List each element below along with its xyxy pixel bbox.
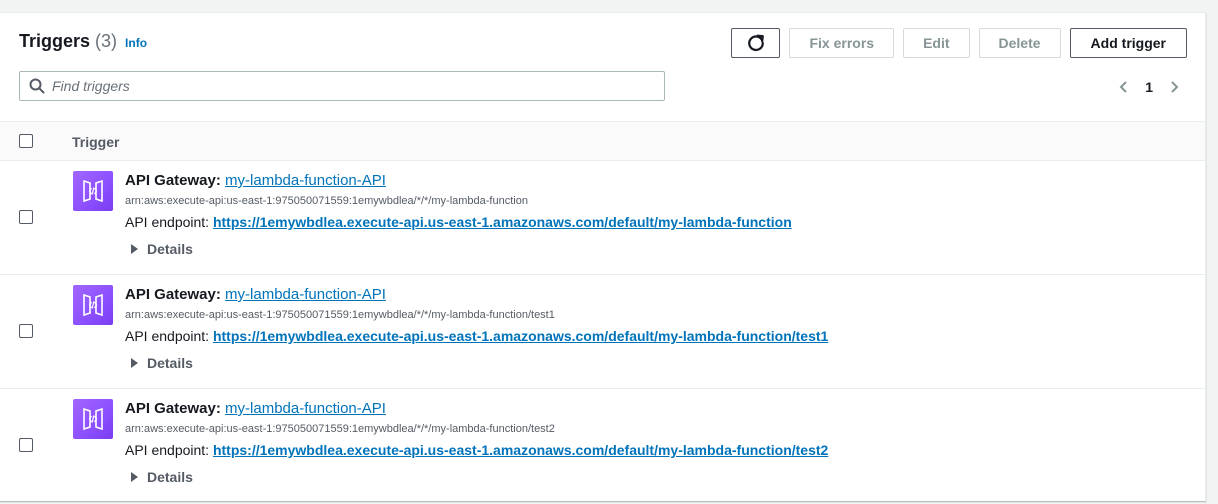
caret-right-icon [131, 472, 138, 482]
edit-button[interactable]: Edit [903, 28, 970, 58]
fix-errors-button[interactable]: Fix errors [789, 28, 895, 58]
service-separator: : [215, 172, 221, 189]
service-name: API Gateway [125, 172, 216, 189]
trigger-title: API Gateway: my-lambda-function-API [125, 400, 386, 417]
api-endpoint: API endpoint: https://1emywbdlea.execute… [125, 328, 828, 344]
api-name-link[interactable]: my-lambda-function-API [225, 172, 386, 189]
api-gateway-icon [73, 399, 113, 439]
api-endpoint: API endpoint: https://1emywbdlea.execute… [125, 442, 828, 458]
chevron-left-icon[interactable] [1117, 80, 1131, 94]
search-box [19, 71, 665, 101]
panel-header: Triggers (3) Info [19, 31, 147, 52]
trigger-arn: arn:aws:execute-api:us-east-1:9750500715… [125, 423, 555, 435]
refresh-icon [748, 34, 764, 52]
row-checkbox[interactable] [19, 324, 33, 338]
api-name-link[interactable]: my-lambda-function-API [225, 286, 386, 303]
current-page[interactable]: 1 [1145, 79, 1153, 95]
table-header: Trigger [0, 121, 1205, 161]
api-endpoint: API endpoint: https://1emywbdlea.execute… [125, 214, 792, 230]
endpoint-link[interactable]: https://1emywbdlea.execute-api.us-east-1… [213, 328, 828, 344]
details-toggle[interactable]: Details [131, 355, 193, 371]
details-toggle[interactable]: Details [131, 469, 193, 485]
details-label: Details [147, 241, 193, 257]
search-input[interactable] [52, 73, 664, 99]
endpoint-label: API endpoint: [125, 328, 210, 344]
table-row: API Gateway: my-lambda-function-API arn:… [0, 274, 1205, 389]
details-label: Details [147, 355, 193, 371]
refresh-button[interactable] [731, 28, 781, 58]
service-separator: : [215, 400, 221, 417]
service-name: API Gateway [125, 286, 216, 303]
details-toggle[interactable]: Details [131, 241, 193, 257]
panel-title: Triggers [19, 31, 91, 51]
triggers-panel: Triggers (3) Info Fix errors Edit Delete… [0, 12, 1206, 501]
chevron-right-icon[interactable] [1167, 80, 1181, 94]
api-gateway-icon [73, 171, 113, 211]
delete-button[interactable]: Delete [978, 28, 1061, 58]
endpoint-label: API endpoint: [125, 442, 210, 458]
row-checkbox[interactable] [19, 210, 33, 224]
service-separator: : [215, 286, 221, 303]
info-link[interactable]: Info [125, 36, 147, 50]
pagination: 1 [1117, 79, 1181, 95]
action-bar: Fix errors Edit Delete Add trigger [731, 28, 1187, 58]
add-trigger-button[interactable]: Add trigger [1069, 28, 1187, 58]
table-row: API Gateway: my-lambda-function-API arn:… [0, 388, 1205, 502]
select-all-checkbox[interactable] [19, 134, 33, 148]
api-gateway-icon [73, 285, 113, 325]
table-row: API Gateway: my-lambda-function-API arn:… [0, 160, 1205, 275]
row-checkbox[interactable] [19, 438, 33, 452]
caret-right-icon [131, 358, 138, 368]
endpoint-link[interactable]: https://1emywbdlea.execute-api.us-east-1… [213, 214, 792, 230]
endpoint-link[interactable]: https://1emywbdlea.execute-api.us-east-1… [213, 442, 828, 458]
column-header-trigger: Trigger [72, 134, 120, 150]
details-label: Details [147, 469, 193, 485]
trigger-arn: arn:aws:execute-api:us-east-1:9750500715… [125, 309, 555, 321]
trigger-count: (3) [95, 31, 118, 51]
search-icon [29, 78, 45, 94]
trigger-title: API Gateway: my-lambda-function-API [125, 286, 386, 303]
caret-right-icon [131, 244, 138, 254]
service-name: API Gateway [125, 400, 216, 417]
endpoint-label: API endpoint: [125, 214, 210, 230]
trigger-title: API Gateway: my-lambda-function-API [125, 172, 386, 189]
trigger-arn: arn:aws:execute-api:us-east-1:9750500715… [125, 195, 528, 207]
api-name-link[interactable]: my-lambda-function-API [225, 400, 386, 417]
